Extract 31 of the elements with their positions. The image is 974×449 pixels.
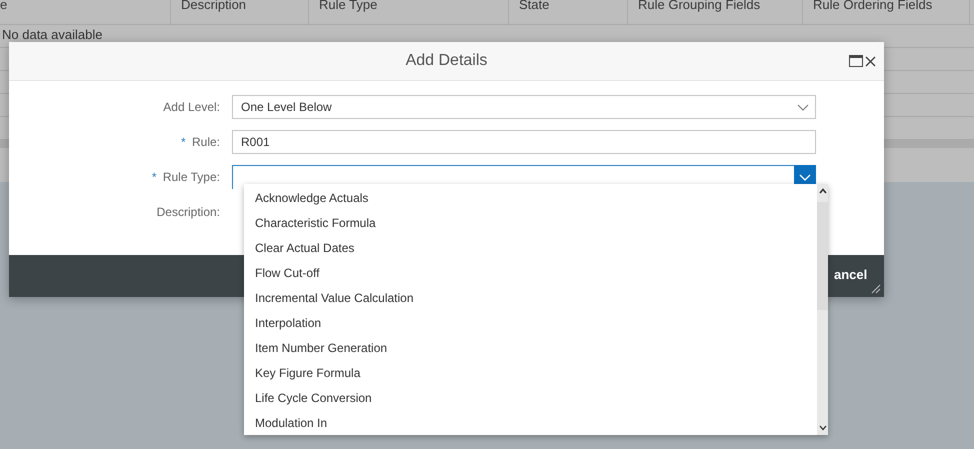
- chevron-down-icon[interactable]: [797, 104, 809, 111]
- column-header: e: [0, 0, 8, 13]
- input-field[interactable]: R001: [232, 130, 816, 154]
- field-label: Add Level:: [163, 100, 220, 114]
- list-item[interactable]: Clear Actual Dates: [244, 236, 817, 261]
- list-item[interactable]: Item Number Generation: [244, 336, 817, 361]
- close-icon[interactable]: [865, 56, 876, 67]
- select-field[interactable]: One Level Below: [232, 95, 816, 119]
- field-label: Rule:: [192, 135, 220, 149]
- list-item[interactable]: Interpolation: [244, 311, 817, 336]
- list-item[interactable]: Incremental Value Calculation: [244, 286, 817, 311]
- scroll-up-icon[interactable]: [818, 188, 826, 194]
- field-label: Rule Type:: [162, 170, 220, 184]
- required-mark: *: [180, 135, 186, 149]
- list-item[interactable]: Life Cycle Conversion: [244, 386, 817, 411]
- scroll-down-icon[interactable]: [818, 425, 826, 431]
- list-item[interactable]: Acknowledge Actuals: [244, 186, 817, 211]
- dialog-title: Add Details: [406, 52, 488, 70]
- chevron-down-icon: [799, 174, 811, 180]
- resize-handle-icon[interactable]: [869, 282, 881, 294]
- scrollbar[interactable]: [817, 184, 828, 435]
- list-item[interactable]: Key Figure Formula: [244, 361, 817, 386]
- column-header: State: [519, 0, 550, 13]
- maximize-icon[interactable]: [849, 55, 863, 67]
- list-item[interactable]: Characteristic Formula: [244, 211, 817, 236]
- required-mark: *: [152, 170, 156, 184]
- field-label: Description:: [156, 205, 220, 219]
- empty-table-text: No data available: [2, 27, 102, 42]
- list-item[interactable]: Flow Cut-off: [244, 261, 817, 286]
- list-item[interactable]: Modulation In: [244, 411, 817, 436]
- cancel-button[interactable]: ancel: [832, 267, 870, 282]
